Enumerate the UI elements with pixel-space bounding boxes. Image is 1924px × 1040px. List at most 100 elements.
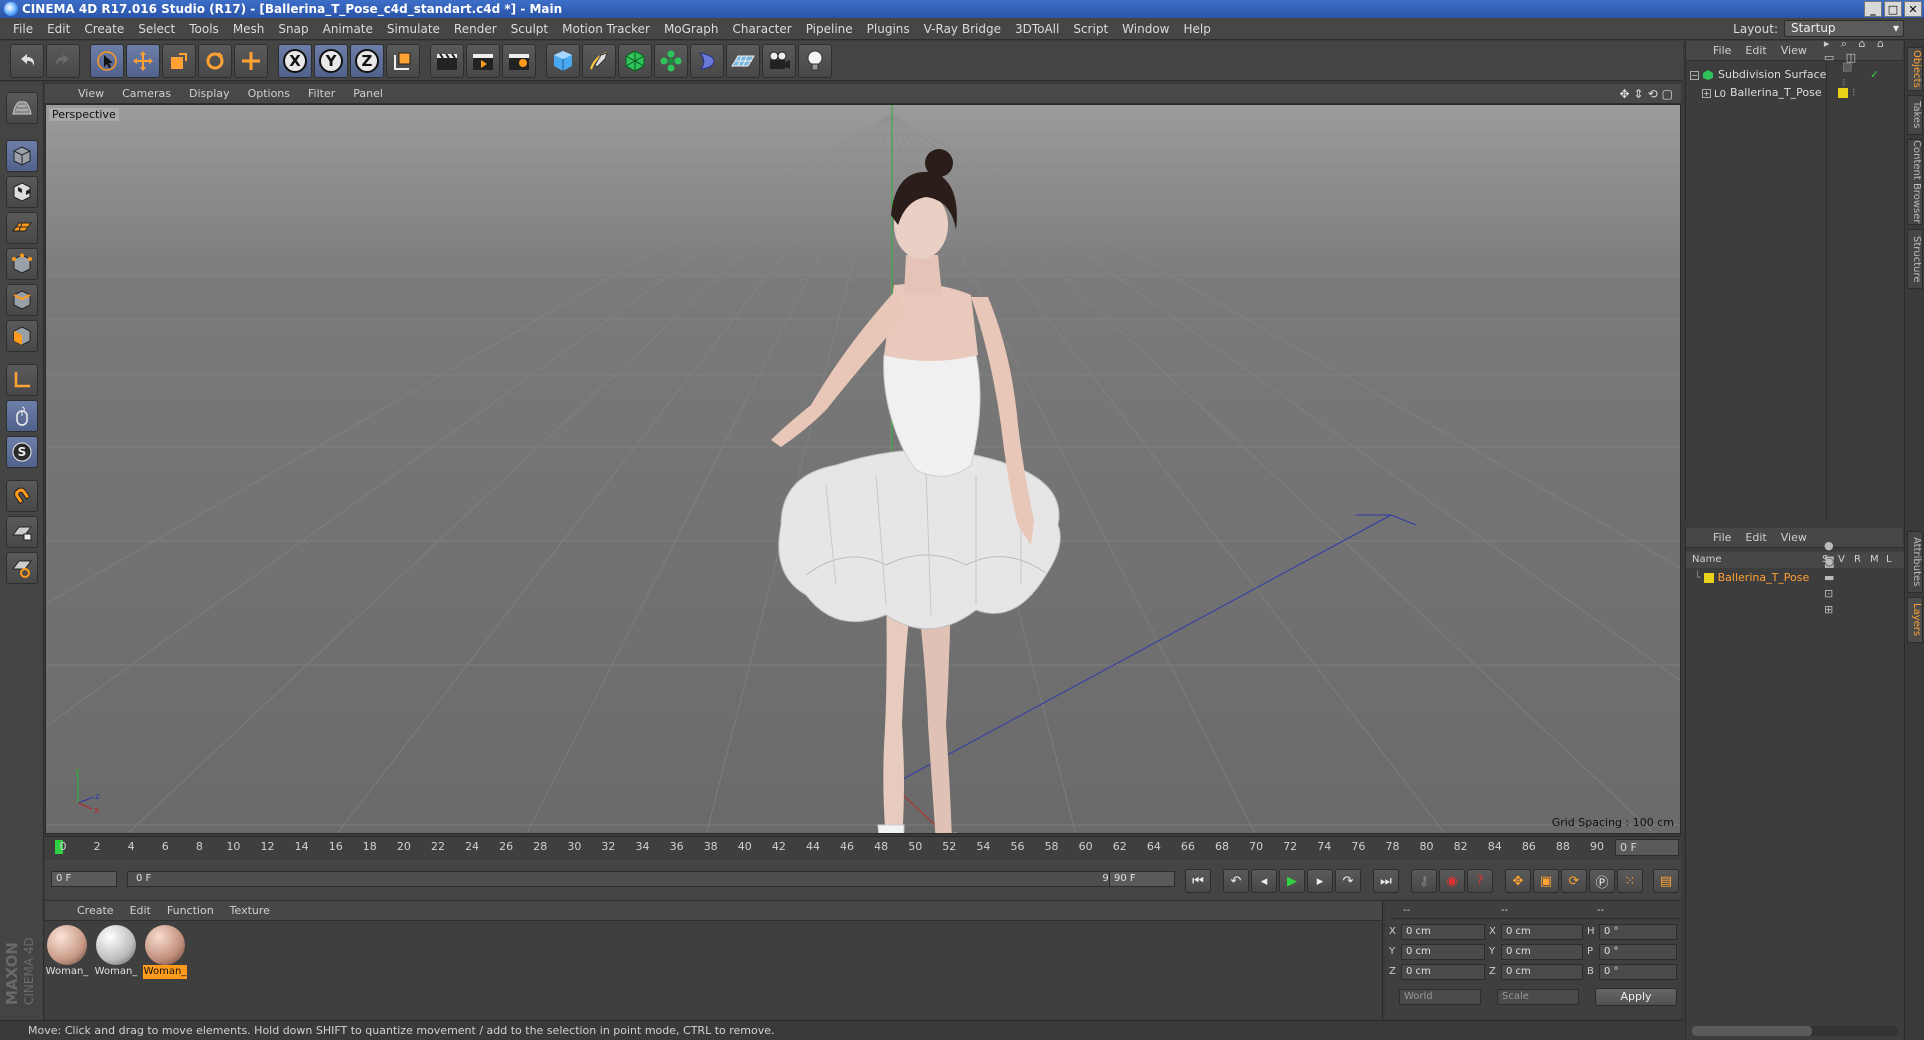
viewport-menu-display[interactable]: Display bbox=[180, 87, 239, 100]
dolly-icon[interactable]: ⇕ bbox=[1634, 87, 1644, 101]
layer-column-view[interactable]: V bbox=[1838, 552, 1845, 568]
z-axis-lock-button[interactable]: Z bbox=[350, 43, 384, 78]
object-menu-view[interactable]: View bbox=[1774, 44, 1814, 57]
render-view-button[interactable] bbox=[430, 43, 464, 78]
scale-tool[interactable] bbox=[162, 43, 196, 78]
rotation-h-field[interactable]: 0 ° bbox=[1599, 924, 1677, 940]
position-x-field[interactable]: 0 cm bbox=[1401, 924, 1485, 940]
add-cloner-button[interactable] bbox=[654, 43, 688, 78]
visibility-dots[interactable]: ▧ ⁝ bbox=[1842, 59, 1852, 91]
rotation-p-field[interactable]: 0 ° bbox=[1599, 944, 1677, 960]
current-frame-field[interactable]: 0 F bbox=[1615, 839, 1679, 856]
tree-collapse-icon[interactable]: − bbox=[1690, 70, 1699, 80]
time-range-slider[interactable]: 0 F 90 F bbox=[127, 871, 1137, 887]
layer-row-ballerina[interactable]: └ Ballerina_T_Pose ● ◙ ▬ ⊡ ⊞ bbox=[1694, 539, 1835, 616]
menu-vray-bridge[interactable]: V-Ray Bridge bbox=[917, 18, 1008, 40]
tree-expand-icon[interactable]: + bbox=[1702, 88, 1711, 98]
previous-key-button[interactable]: ↶ bbox=[1223, 869, 1249, 893]
menu-window[interactable]: Window bbox=[1115, 18, 1176, 40]
key-parameter-button[interactable]: Ⓟ bbox=[1589, 869, 1615, 893]
texture-mode-button[interactable] bbox=[6, 176, 38, 208]
next-frame-button[interactable]: ▸ bbox=[1307, 869, 1333, 893]
render-settings-button[interactable] bbox=[502, 43, 536, 78]
maximize-button[interactable]: □ bbox=[1884, 1, 1902, 17]
enable-axis-button[interactable] bbox=[6, 364, 38, 396]
menu-render[interactable]: Render bbox=[447, 18, 504, 40]
add-subdivision-surface-button[interactable] bbox=[618, 43, 652, 78]
layer-color-swatch[interactable] bbox=[1838, 88, 1848, 98]
layer-column-locked[interactable]: L bbox=[1886, 552, 1892, 568]
key-point-level-button[interactable]: ⁙ bbox=[1617, 869, 1643, 893]
tab-attributes[interactable]: Attributes bbox=[1907, 531, 1923, 593]
menu-character[interactable]: Character bbox=[725, 18, 798, 40]
layer-column-name[interactable]: Name bbox=[1692, 552, 1722, 568]
x-axis-lock-button[interactable]: X bbox=[278, 43, 312, 78]
previous-frame-button[interactable]: ◂ bbox=[1251, 869, 1277, 893]
tab-structure[interactable]: Structure bbox=[1907, 229, 1923, 289]
viewport-menu-view[interactable]: View bbox=[69, 87, 113, 100]
pan-icon[interactable]: ✥ bbox=[1619, 87, 1629, 101]
go-to-end-button[interactable]: ⏭ bbox=[1373, 869, 1399, 893]
redo-button[interactable] bbox=[46, 43, 80, 78]
add-deformer-button[interactable] bbox=[690, 43, 724, 78]
render-to-picture-viewer-button[interactable] bbox=[466, 43, 500, 78]
menu-select[interactable]: Select bbox=[131, 18, 182, 40]
size-x-field[interactable]: 0 cm bbox=[1501, 924, 1583, 940]
layer-menu-file[interactable]: File bbox=[1706, 531, 1738, 544]
coordinate-system-button[interactable] bbox=[386, 43, 420, 78]
menu-snap[interactable]: Snap bbox=[271, 18, 315, 40]
object-row-ballerina[interactable]: + L0 Ballerina_T_Pose ⁝ bbox=[1702, 85, 1856, 101]
viewport-menu-panel[interactable]: Panel bbox=[344, 87, 392, 100]
size-z-field[interactable]: 0 cm bbox=[1501, 964, 1583, 980]
material-menu-create[interactable]: Create bbox=[69, 904, 122, 917]
play-forwards-button[interactable]: ▶ bbox=[1279, 869, 1305, 893]
scrollbar-thumb[interactable] bbox=[1692, 1026, 1812, 1036]
apply-button[interactable]: Apply bbox=[1595, 988, 1677, 1006]
timeline-window-button[interactable]: ▤ bbox=[1653, 869, 1679, 893]
menu-script[interactable]: Script bbox=[1066, 18, 1115, 40]
material-item[interactable]: Woman_ bbox=[94, 925, 138, 979]
menu-edit[interactable]: Edit bbox=[40, 18, 77, 40]
menu-mograph[interactable]: MoGraph bbox=[657, 18, 726, 40]
object-menu-edit[interactable]: Edit bbox=[1738, 44, 1773, 57]
close-button[interactable]: ✕ bbox=[1904, 1, 1922, 17]
menu-3dtoall[interactable]: 3DToAll bbox=[1008, 18, 1066, 40]
points-mode-button[interactable] bbox=[6, 248, 38, 280]
go-to-start-button[interactable]: ⏮ bbox=[1185, 869, 1211, 893]
menu-file[interactable]: File bbox=[6, 18, 40, 40]
position-y-field[interactable]: 0 cm bbox=[1401, 944, 1485, 960]
move-tool[interactable] bbox=[126, 43, 160, 78]
menu-plugins[interactable]: Plugins bbox=[860, 18, 917, 40]
menu-create[interactable]: Create bbox=[77, 18, 131, 40]
menu-simulate[interactable]: Simulate bbox=[380, 18, 447, 40]
polygons-mode-button[interactable] bbox=[6, 320, 38, 352]
rotation-b-field[interactable]: 0 ° bbox=[1599, 964, 1677, 980]
menu-sculpt[interactable]: Sculpt bbox=[504, 18, 555, 40]
transform-tool[interactable] bbox=[234, 43, 268, 78]
menu-help[interactable]: Help bbox=[1176, 18, 1217, 40]
add-floor-button[interactable] bbox=[726, 43, 760, 78]
locked-workplane-button[interactable] bbox=[6, 516, 38, 548]
menu-mesh[interactable]: Mesh bbox=[226, 18, 272, 40]
add-camera-button[interactable] bbox=[762, 43, 796, 78]
min-time-field[interactable]: 0 F bbox=[51, 871, 117, 887]
record-keys-button[interactable]: ⚷ bbox=[1411, 869, 1437, 893]
magnet-tool-button[interactable] bbox=[6, 480, 38, 512]
make-editable-button[interactable] bbox=[6, 92, 38, 124]
keyframe-selection-button[interactable]: ? bbox=[1467, 869, 1493, 893]
object-menu-file[interactable]: File bbox=[1706, 44, 1738, 57]
next-key-button[interactable]: ↷ bbox=[1335, 869, 1361, 893]
layer-color-swatch[interactable] bbox=[1703, 573, 1714, 583]
layer-column-manager[interactable]: M bbox=[1870, 552, 1879, 568]
key-scale-button[interactable]: ▣ bbox=[1533, 869, 1559, 893]
orbit-icon[interactable]: ⟲ bbox=[1648, 87, 1658, 101]
coordinate-space-dropdown[interactable]: World bbox=[1399, 989, 1481, 1005]
ballerina-model[interactable] bbox=[771, 149, 1061, 834]
material-item-selected[interactable]: Woman_ bbox=[143, 925, 187, 979]
autokeying-button[interactable]: ◉ bbox=[1439, 869, 1465, 893]
enabled-check-icon[interactable]: ✓ bbox=[1870, 67, 1879, 83]
viewport-camera-label[interactable]: Perspective bbox=[49, 108, 119, 121]
rotate-tool[interactable] bbox=[198, 43, 232, 78]
viewport-menu-cameras[interactable]: Cameras bbox=[113, 87, 180, 100]
material-menu-edit[interactable]: Edit bbox=[122, 904, 159, 917]
